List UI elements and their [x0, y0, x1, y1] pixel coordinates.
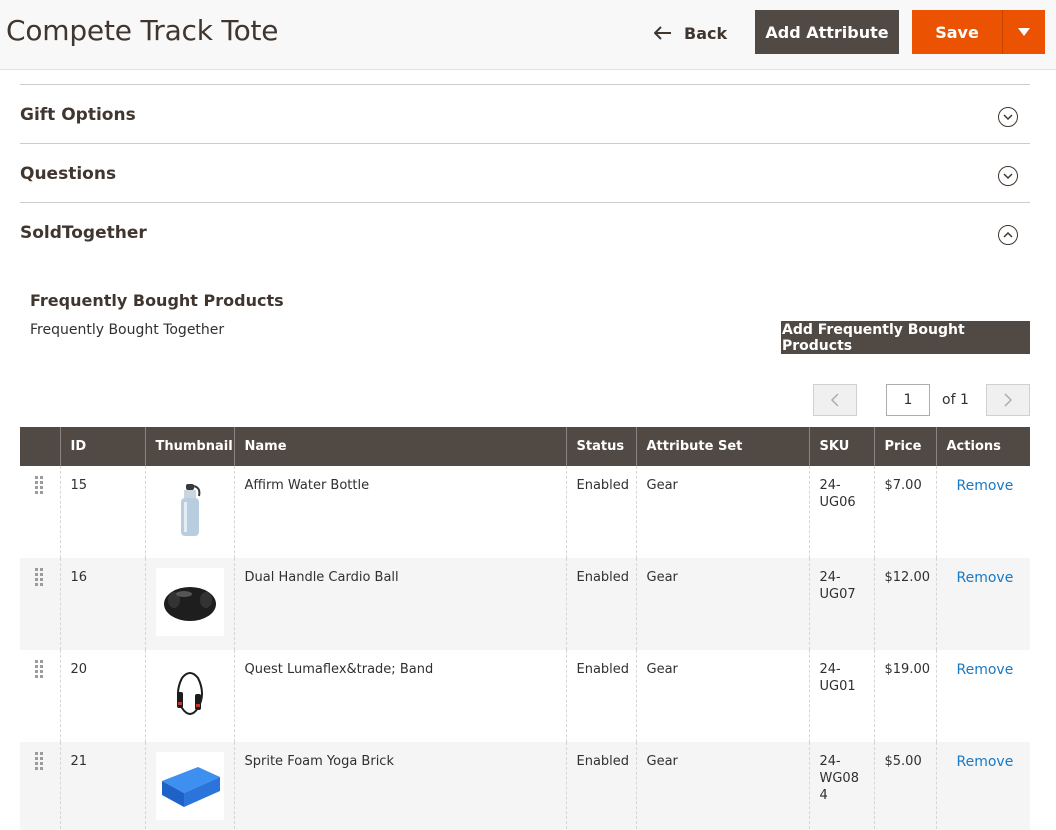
- table-row: 20 Quest Lumaflex&trade; Band Enabled Ge…: [20, 650, 1030, 742]
- pager-next-button[interactable]: [986, 384, 1030, 416]
- cell-price: $5.00: [873, 742, 936, 830]
- col-drag: [20, 427, 60, 466]
- cell-price: $12.00: [873, 558, 936, 650]
- drag-handle-icon[interactable]: [35, 476, 43, 494]
- table-header-row: ID Thumbnail Name Status Attribute Set S…: [20, 427, 1030, 466]
- col-thumbnail: Thumbnail: [144, 427, 234, 466]
- cardio-ball-thumbnail: [155, 568, 224, 636]
- cell-sku: 24- UG01: [808, 650, 874, 742]
- table-row: 21 Sprite Foam Yoga Brick Enabled Gear 2…: [20, 742, 1030, 830]
- save-dropdown-toggle[interactable]: [1003, 10, 1045, 54]
- pager-page-input[interactable]: [886, 384, 930, 416]
- col-id[interactable]: ID: [59, 427, 145, 466]
- back-button[interactable]: Back: [654, 20, 727, 46]
- table-row: 15 Affirm Water Bottle Enabled Gear 24- U…: [20, 466, 1030, 558]
- cell-name: Dual Handle Cardio Ball: [233, 558, 566, 650]
- chevron-left-icon: [830, 393, 839, 407]
- cell-status: Enabled: [565, 558, 636, 650]
- chevron-down-icon[interactable]: [998, 107, 1018, 127]
- col-price[interactable]: Price: [873, 427, 936, 466]
- fbp-subtext: Frequently Bought Together: [30, 322, 225, 338]
- chevron-up-icon[interactable]: [998, 225, 1018, 245]
- section-questions[interactable]: Questions: [20, 143, 1030, 202]
- cell-name: Sprite Foam Yoga Brick: [233, 742, 566, 830]
- cell-sku: 24- UG06: [808, 466, 874, 558]
- pager-of-label: of 1: [942, 392, 969, 408]
- col-status[interactable]: Status: [565, 427, 636, 466]
- cell-name: Affirm Water Bottle: [233, 466, 566, 558]
- water-bottle-thumbnail: [155, 476, 224, 544]
- col-sku[interactable]: SKU: [808, 427, 874, 466]
- pager-prev-button[interactable]: [813, 384, 857, 416]
- cell-attribute-set: Gear: [635, 466, 809, 558]
- cell-attribute-set: Gear: [635, 650, 809, 742]
- section-soldtogether[interactable]: SoldTogether: [20, 202, 1030, 262]
- cell-id: 21: [59, 742, 145, 830]
- cell-status: Enabled: [565, 742, 636, 830]
- table-row: 16 Dual Handle Cardio Ball Enabled Gear …: [20, 558, 1030, 650]
- drag-handle-icon[interactable]: [35, 660, 43, 678]
- remove-link[interactable]: Remove: [957, 754, 1021, 771]
- col-actions: Actions: [935, 427, 1030, 466]
- section-title: Gift Options: [20, 105, 136, 125]
- cell-attribute-set: Gear: [635, 742, 809, 830]
- add-attribute-button[interactable]: Add Attribute: [755, 10, 899, 54]
- col-attribute-set[interactable]: Attribute Set: [635, 427, 809, 466]
- remove-link[interactable]: Remove: [957, 662, 1021, 679]
- fbp-heading: Frequently Bought Products: [30, 291, 284, 310]
- cell-price: $19.00: [873, 650, 936, 742]
- chevron-down-icon[interactable]: [998, 166, 1018, 186]
- yoga-brick-thumbnail: [155, 752, 224, 820]
- back-label: Back: [684, 23, 728, 43]
- cell-sku: 24- WG084: [808, 742, 874, 830]
- cell-price: $7.00: [873, 466, 936, 558]
- section-gift-options[interactable]: Gift Options: [20, 84, 1030, 143]
- save-button[interactable]: Save: [912, 10, 1003, 54]
- caret-down-icon: [1018, 28, 1030, 36]
- drag-handle-icon[interactable]: [35, 752, 43, 770]
- cell-id: 20: [59, 650, 145, 742]
- page-title: Compete Track Tote: [6, 14, 279, 47]
- cell-attribute-set: Gear: [635, 558, 809, 650]
- section-title: Questions: [20, 164, 117, 184]
- fbp-grid: ID Thumbnail Name Status Attribute Set S…: [20, 427, 1030, 830]
- cell-name: Quest Lumaflex&trade; Band: [233, 650, 566, 742]
- remove-link[interactable]: Remove: [957, 570, 1021, 587]
- drag-handle-icon[interactable]: [35, 568, 43, 586]
- remove-link[interactable]: Remove: [957, 478, 1021, 495]
- cell-id: 15: [59, 466, 145, 558]
- save-split-button: Save: [912, 10, 1045, 54]
- page-header: Compete Track Tote Back Add Attribute Sa…: [0, 0, 1056, 70]
- cell-sku: 24- UG07: [808, 558, 874, 650]
- cell-id: 16: [59, 558, 145, 650]
- cell-status: Enabled: [565, 650, 636, 742]
- cell-status: Enabled: [565, 466, 636, 558]
- section-title: SoldTogether: [20, 223, 147, 243]
- jump-rope-thumbnail: [155, 660, 224, 728]
- add-frequently-bought-button[interactable]: Add Frequently Bought Products: [781, 321, 1030, 354]
- col-name[interactable]: Name: [233, 427, 566, 466]
- chevron-right-icon: [1004, 393, 1013, 407]
- arrow-left-icon: [654, 26, 671, 40]
